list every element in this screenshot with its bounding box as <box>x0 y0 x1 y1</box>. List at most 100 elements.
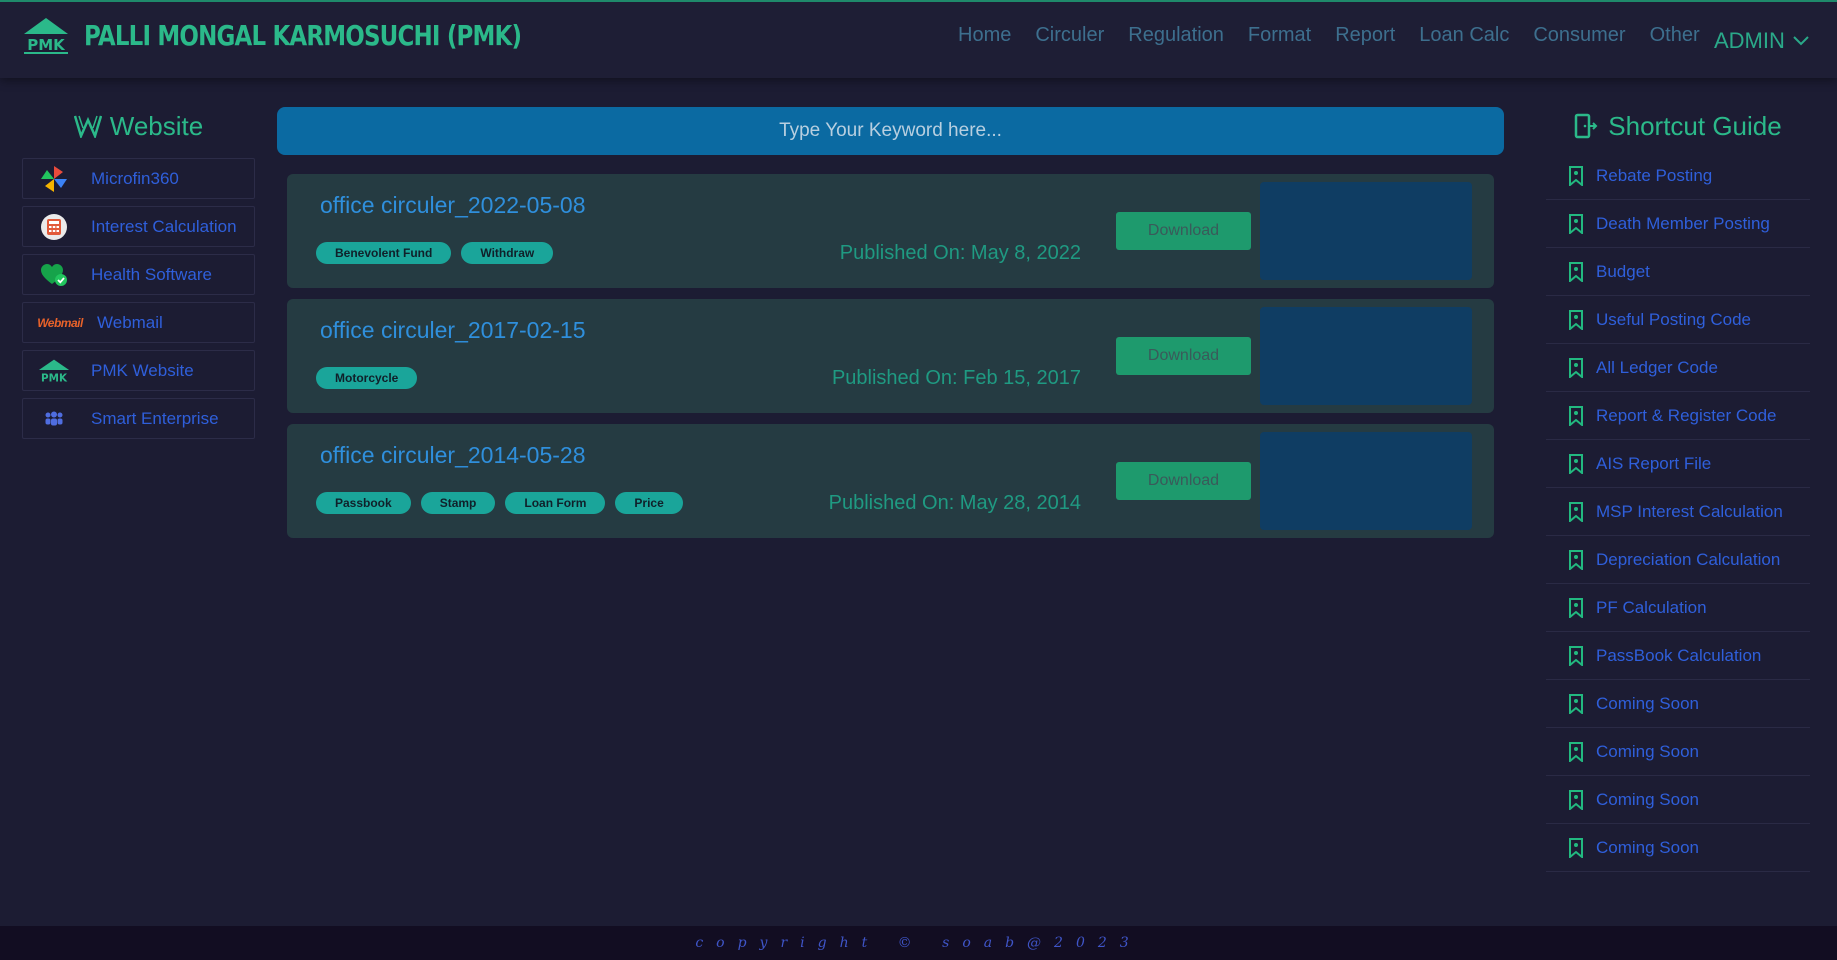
chevron-down-icon <box>1793 36 1809 46</box>
download-button[interactable]: Download <box>1116 212 1251 250</box>
shortcut-item[interactable]: Rebate Posting <box>1546 152 1810 200</box>
site-title: PALLI MONGAL KARMOSUCHI (PMK) <box>84 18 522 52</box>
nav-report[interactable]: Report <box>1335 24 1395 47</box>
shortcut-item[interactable]: MSP Interest Calculation <box>1546 488 1810 536</box>
website-link-interest-calculation[interactable]: Interest Calculation <box>22 206 255 247</box>
bookmark-icon <box>1569 357 1583 378</box>
circular-thumbnail[interactable] <box>1260 432 1472 530</box>
shortcut-item[interactable]: Coming Soon <box>1546 680 1810 728</box>
pmk-logo-icon: PMK <box>24 18 68 54</box>
shortcut-label: AIS Report File <box>1596 453 1712 473</box>
shortcut-label: MSP Interest Calculation <box>1596 501 1783 521</box>
tag-badge[interactable]: Passbook <box>316 492 411 514</box>
published-date: Published On: May 8, 2022 <box>839 242 1081 264</box>
shortcut-label: All Ledger Code <box>1596 357 1718 377</box>
user-name: ADMIN <box>1714 28 1785 53</box>
bookmark-icon <box>1569 837 1583 858</box>
shortcut-item[interactable]: Depreciation Calculation <box>1546 536 1810 584</box>
shortcut-item[interactable]: Coming Soon <box>1546 824 1810 872</box>
copyright-text: copyright © soab@2023 <box>695 935 1142 951</box>
circular-title-link[interactable]: office circuler_2014-05-28 <box>320 442 586 469</box>
door-exit-icon <box>1575 113 1598 139</box>
shortcut-label: Death Member Posting <box>1596 213 1770 233</box>
bookmark-icon <box>1569 597 1583 618</box>
website-link-webmail[interactable]: Webmail Webmail <box>22 302 255 343</box>
tag-list: Passbook Stamp Loan Form Price <box>316 492 693 514</box>
shortcut-guide-sidebar: Shortcut Guide Rebate Posting Death Membe… <box>1546 106 1810 872</box>
published-date: Published On: May 28, 2014 <box>828 492 1081 514</box>
tag-badge[interactable]: Motorcycle <box>316 367 418 389</box>
bookmark-icon <box>1569 165 1583 186</box>
nav-circuler[interactable]: Circuler <box>1035 24 1104 47</box>
bookmark-icon <box>1569 549 1583 570</box>
circular-card: office circuler_2022-05-08 Benevolent Fu… <box>287 174 1494 288</box>
tag-badge[interactable]: Withdraw <box>461 242 554 264</box>
shortcut-label: Coming Soon <box>1596 693 1700 713</box>
shortcut-item[interactable]: Death Member Posting <box>1546 200 1810 248</box>
website-link-label: Webmail <box>97 312 163 332</box>
shortcut-list: Rebate Posting Death Member Posting Budget… <box>1546 152 1810 872</box>
shortcut-label: Depreciation Calculation <box>1596 549 1781 569</box>
brand[interactable]: PMK PALLI MONGAL KARMOSUCHI (PMK) <box>20 16 617 54</box>
website-link-label: Smart Enterprise <box>91 408 219 428</box>
svg-text:PMK: PMK <box>41 372 68 384</box>
nav-consumer[interactable]: Consumer <box>1533 24 1625 47</box>
shortcut-item[interactable]: Report & Register Code <box>1546 392 1810 440</box>
shortcut-item[interactable]: PassBook Calculation <box>1546 632 1810 680</box>
circular-card: office circuler_2014-05-28 Passbook Stam… <box>287 424 1494 538</box>
user-menu[interactable]: ADMIN <box>1714 28 1809 54</box>
published-date: Published On: Feb 15, 2017 <box>831 367 1081 389</box>
shortcut-item[interactable]: Coming Soon <box>1546 728 1810 776</box>
calculator-icon <box>37 212 71 242</box>
svg-text:PMK: PMK <box>27 36 66 54</box>
top-navbar: PMK PALLI MONGAL KARMOSUCHI (PMK) Home C… <box>0 0 1837 78</box>
bookmark-icon <box>1569 741 1583 762</box>
nav-regulation[interactable]: Regulation <box>1128 24 1224 47</box>
shortcut-item[interactable]: Useful Posting Code <box>1546 296 1810 344</box>
people-icon <box>37 404 71 434</box>
download-button[interactable]: Download <box>1116 337 1251 375</box>
tag-badge[interactable]: Stamp <box>420 492 496 514</box>
bookmark-icon <box>1569 261 1583 282</box>
shortcut-label: Useful Posting Code <box>1596 309 1751 329</box>
website-sidebar: Website Microfin360 Interest Calculation… <box>22 106 255 446</box>
website-link-smart-enterprise[interactable]: Smart Enterprise <box>22 398 255 439</box>
shortcut-label: PassBook Calculation <box>1596 645 1762 665</box>
website-link-label: Health Software <box>91 264 212 284</box>
website-link-pmk-website[interactable]: PMK PMK Website <box>22 350 255 391</box>
bookmark-icon <box>1569 213 1583 234</box>
nav-home[interactable]: Home <box>958 24 1011 47</box>
shortcut-item[interactable]: All Ledger Code <box>1546 344 1810 392</box>
circular-title-link[interactable]: office circuler_2017-02-15 <box>320 317 586 344</box>
website-link-label: Microfin360 <box>91 168 179 188</box>
search-input[interactable] <box>277 107 1504 155</box>
tag-badge[interactable]: Loan Form <box>505 492 606 514</box>
main-nav: Home Circuler Regulation Format Report L… <box>958 24 1724 47</box>
nav-other[interactable]: Other <box>1650 24 1700 47</box>
heart-check-icon <box>37 260 71 290</box>
shortcut-item[interactable]: Budget <box>1546 248 1810 296</box>
shortcut-label: PF Calculation <box>1596 597 1707 617</box>
website-link-health-software[interactable]: Health Software <box>22 254 255 295</box>
nav-loan-calc[interactable]: Loan Calc <box>1419 24 1509 47</box>
tag-badge[interactable]: Benevolent Fund <box>316 242 452 264</box>
tag-badge[interactable]: Price <box>615 492 683 514</box>
circular-thumbnail[interactable] <box>1260 182 1472 280</box>
pmk-logo-icon: PMK <box>37 356 71 386</box>
shortcut-item[interactable]: AIS Report File <box>1546 440 1810 488</box>
shortcut-item[interactable]: PF Calculation <box>1546 584 1810 632</box>
download-button[interactable]: Download <box>1116 462 1251 500</box>
bookmark-icon <box>1569 309 1583 330</box>
circular-thumbnail[interactable] <box>1260 307 1472 405</box>
website-link-label: Interest Calculation <box>91 216 237 236</box>
circular-card: office circuler_2017-02-15 Motorcycle Pu… <box>287 299 1494 413</box>
shortcut-label: Coming Soon <box>1596 741 1700 761</box>
circular-title-link[interactable]: office circuler_2022-05-08 <box>320 192 586 219</box>
nav-format[interactable]: Format <box>1248 24 1311 47</box>
website-link-microfin360[interactable]: Microfin360 <box>22 158 255 199</box>
tag-list: Motorcycle <box>316 367 427 389</box>
website-link-label: PMK Website <box>91 360 194 380</box>
footer: copyright © soab@2023 <box>0 926 1837 960</box>
shortcut-item[interactable]: Coming Soon <box>1546 776 1810 824</box>
bookmark-icon <box>1569 645 1583 666</box>
